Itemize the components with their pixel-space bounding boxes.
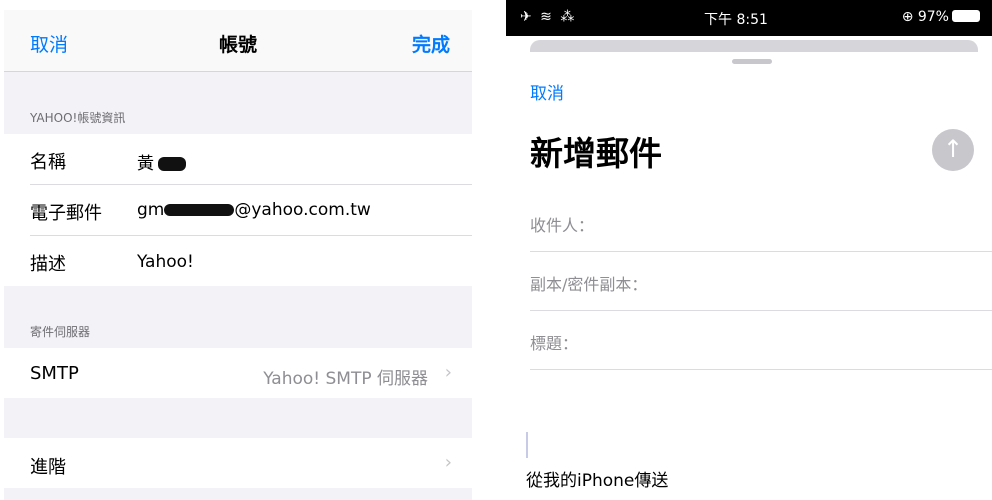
email-suffix: @yahoo.com.tw: [234, 200, 371, 220]
sheet-grabber[interactable]: [732, 59, 772, 64]
chevron-right-icon: ›: [444, 362, 452, 383]
to-label: 收件人：: [530, 216, 595, 235]
smtp-label: SMTP: [30, 363, 79, 384]
advanced-row[interactable]: 進階 ›: [4, 438, 472, 488]
status-bar: ✈ ≋ ⁂ 下午 8:51 ⊕ 97%: [506, 0, 992, 36]
cc-bcc-field[interactable]: 副本/密件副本：: [530, 253, 992, 311]
email-row[interactable]: 電子郵件 gm @yahoo.com.tw: [4, 185, 472, 236]
chevron-right-icon: ›: [444, 452, 452, 473]
status-battery: ⊕ 97%: [902, 9, 980, 25]
smtp-detail: Yahoo! SMTP 伺服器: [263, 369, 428, 389]
email-prefix: gm: [137, 200, 165, 220]
description-label: 描述: [30, 254, 66, 275]
cc-bcc-label: 副本/密件副本：: [530, 275, 648, 294]
email-signature[interactable]: 從我的iPhone傳送: [526, 466, 668, 491]
description-row[interactable]: 描述 Yahoo!: [4, 236, 472, 286]
divider: [530, 251, 992, 252]
subject-label: 標題：: [530, 334, 579, 353]
redaction-mark: [164, 204, 235, 216]
nav-bar: 取消 帳號 完成: [4, 10, 472, 72]
divider: [530, 310, 992, 311]
subject-field[interactable]: 標題：: [530, 312, 992, 370]
name-value-visible: 黃: [137, 154, 154, 174]
new-mail-screen: ✈ ≋ ⁂ 下午 8:51 ⊕ 97% 取消 新增郵件 ↑ 收件人： 副本/密件…: [506, 0, 992, 500]
battery-percent: ⊕ 97%: [901, 9, 949, 25]
compose-cancel-button[interactable]: 取消: [530, 79, 564, 104]
battery-icon: [952, 10, 980, 22]
email-label: 電子郵件: [30, 203, 102, 224]
account-settings-panel: 取消 帳號 完成 YAHOO!帳號資訊 名稱 黃 電子郵件 gm @yahoo.c…: [4, 10, 472, 500]
to-field[interactable]: 收件人：: [530, 194, 992, 252]
advanced-label: 進階: [30, 457, 66, 478]
page-title: 帳號: [218, 34, 257, 56]
compose-title: 新增郵件: [530, 134, 662, 173]
name-row[interactable]: 名稱 黃: [4, 134, 472, 185]
smtp-row[interactable]: SMTP Yahoo! SMTP 伺服器 ›: [4, 348, 472, 398]
outgoing-server-header: 寄件伺服器: [30, 325, 91, 339]
status-icons-left: ✈ ≋ ⁂: [520, 9, 577, 25]
arrow-up-icon[interactable]: ↑: [932, 129, 974, 171]
status-time: 下午 8:51: [704, 12, 768, 28]
name-label: 名稱: [30, 152, 66, 173]
divider: [530, 369, 992, 370]
email-value[interactable]: gm @yahoo.com.tw: [137, 200, 371, 220]
compose-sheet: 取消 新增郵件 ↑ 收件人： 副本/密件副本： 標題： 從我的iPhone傳送: [506, 52, 992, 500]
account-info-header: YAHOO!帳號資訊: [30, 111, 126, 125]
redaction-mark: [158, 157, 186, 171]
name-value[interactable]: 黃: [137, 149, 186, 174]
text-cursor: [526, 432, 528, 458]
done-button[interactable]: 完成: [412, 30, 450, 57]
description-value[interactable]: Yahoo!: [137, 252, 194, 272]
